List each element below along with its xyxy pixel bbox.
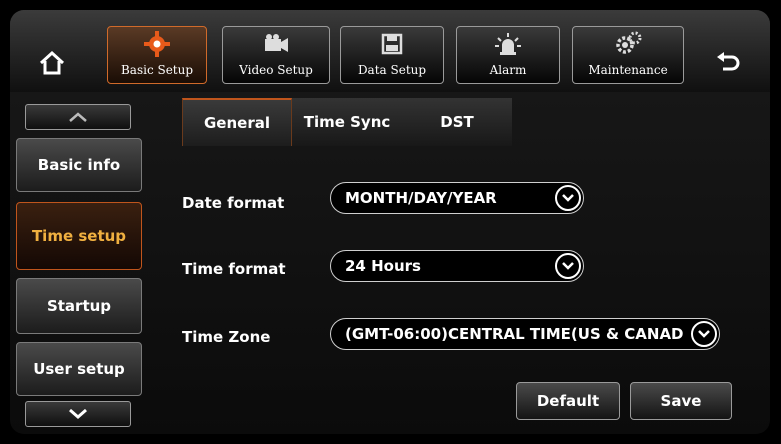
sidebar-item-label: Time setup (31, 227, 127, 245)
date-format-label: Date format (182, 194, 285, 212)
tab-alarm-label: Alarm (489, 63, 527, 77)
chevron-down-icon (69, 408, 87, 419)
tab-general[interactable]: General (182, 98, 292, 146)
tab-basic-setup-label: Basic Setup (120, 63, 194, 77)
gear-icon (144, 31, 170, 57)
tab-data-setup-label: Data Setup (357, 63, 427, 77)
tab-basic-setup[interactable]: Basic Setup (107, 26, 207, 84)
alarm-light-icon (495, 33, 521, 55)
dropdown-chevron-icon (691, 321, 717, 347)
tab-general-label: General (204, 114, 270, 132)
sidebar: Basic info Time setup Startup User setup (10, 98, 150, 434)
time-zone-value: (GMT-06:00)CENTRAL TIME(US & CANAD (345, 325, 684, 343)
time-zone-label: Time Zone (182, 328, 271, 346)
back-button[interactable] (708, 46, 748, 80)
time-format-select[interactable]: 24 Hours (330, 250, 584, 282)
sidebar-item-label: Basic info (37, 156, 121, 174)
sidebar-item-time-setup[interactable]: Time setup (16, 202, 142, 270)
tab-time-sync-label: Time Sync (303, 113, 391, 131)
chevron-up-icon (69, 112, 87, 122)
settings-panel: General Time Sync DST Date format MONTH/… (162, 98, 768, 428)
floppy-disk-icon (381, 33, 403, 55)
back-arrow-icon (717, 52, 740, 71)
sidebar-item-label: User setup (33, 360, 125, 378)
gears-icon (616, 31, 642, 54)
date-format-value: MONTH/DAY/YEAR (345, 189, 497, 207)
tab-data-setup[interactable]: Data Setup (340, 26, 444, 84)
home-icon (39, 50, 65, 75)
dropdown-chevron-icon (555, 253, 581, 279)
tab-video-setup[interactable]: Video Setup (222, 26, 330, 84)
time-zone-select[interactable]: (GMT-06:00)CENTRAL TIME(US & CANAD (330, 318, 720, 350)
tab-video-setup-label: Video Setup (239, 63, 313, 77)
sidebar-item-label: Startup (46, 297, 112, 315)
date-format-select[interactable]: MONTH/DAY/YEAR (330, 182, 584, 214)
dropdown-chevron-icon (555, 185, 581, 211)
home-button[interactable] (32, 46, 72, 80)
tab-alarm[interactable]: Alarm (456, 26, 560, 84)
default-button[interactable]: Default (516, 382, 620, 420)
video-camera-icon (265, 34, 288, 52)
tab-dst[interactable]: DST (402, 98, 512, 146)
tab-maintenance-label: Maintenance (588, 63, 668, 77)
scroll-up-button[interactable] (25, 104, 131, 130)
sidebar-item-basic-info[interactable]: Basic info (16, 138, 142, 192)
dvr-screen: Basic Setup Video Setup Data Setup Alarm… (10, 10, 770, 434)
tab-time-sync[interactable]: Time Sync (292, 98, 402, 146)
top-nav-bar: Basic Setup Video Setup Data Setup Alarm… (10, 10, 770, 92)
time-format-value: 24 Hours (345, 257, 421, 275)
sidebar-item-user-setup[interactable]: User setup (16, 342, 142, 396)
tab-maintenance[interactable]: Maintenance (572, 26, 684, 84)
save-button[interactable]: Save (630, 382, 732, 420)
tab-dst-label: DST (440, 113, 474, 131)
scroll-down-button[interactable] (25, 401, 131, 427)
time-format-label: Time format (182, 260, 286, 278)
sidebar-item-startup[interactable]: Startup (16, 278, 142, 334)
